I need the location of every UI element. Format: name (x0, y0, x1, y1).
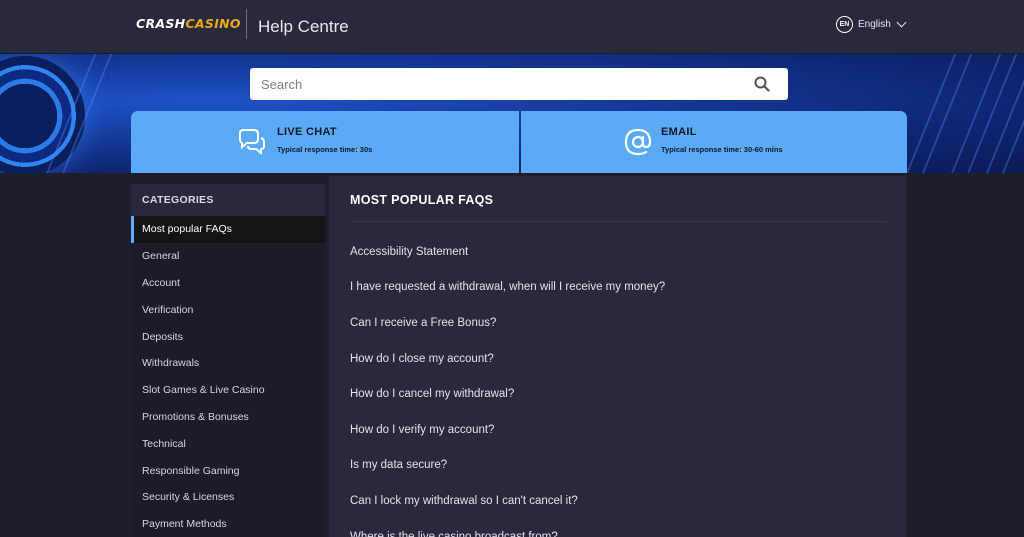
live-chat-card[interactable]: LIVE CHAT Typical response time: 30s (131, 111, 519, 173)
faq-panel: MOST POPULAR FAQS Accessibility Statemen… (329, 176, 907, 537)
faq-link[interactable]: Is my data secure? (350, 448, 665, 484)
sidebar-item-deposits[interactable]: Deposits (131, 323, 325, 350)
faq-link[interactable]: Where is the live casino broadcast from? (350, 519, 665, 537)
section-divider (350, 221, 886, 222)
header-divider (246, 9, 247, 39)
logo-text-crash: CRASH (136, 16, 186, 31)
sidebar-item-account[interactable]: Account (131, 270, 325, 297)
email-title: EMAIL (661, 126, 697, 138)
categories-sidebar: CATEGORIES Most popular FAQs General Acc… (131, 184, 325, 537)
sidebar-item-security-licenses[interactable]: Security & Licenses (131, 484, 325, 511)
logo-text-casino: CASINO (185, 16, 241, 31)
top-bar: CRASHCASINO Help Centre EN English (0, 0, 1024, 54)
faq-link[interactable]: Accessibility Statement (350, 234, 665, 270)
sidebar-item-general[interactable]: General (131, 243, 325, 270)
search-bar[interactable] (250, 68, 788, 100)
faq-section-title: MOST POPULAR FAQS (350, 193, 494, 207)
language-selector[interactable]: EN English (836, 15, 907, 33)
language-code-badge: EN (836, 15, 853, 33)
email-response-time: Typical response time: 30-60 mins (661, 145, 783, 154)
categories-heading: CATEGORIES (131, 184, 325, 216)
search-icon[interactable] (754, 76, 770, 92)
sidebar-item-verification[interactable]: Verification (131, 296, 325, 323)
faq-link[interactable]: How do I verify my account? (350, 412, 665, 448)
language-label: English (858, 18, 891, 30)
sidebar-item-most-popular-faqs[interactable]: Most popular FAQs (131, 216, 325, 243)
sidebar-item-withdrawals[interactable]: Withdrawals (131, 350, 325, 377)
email-card[interactable]: EMAIL Typical response time: 30-60 mins (521, 111, 907, 173)
sidebar-item-responsible-gaming[interactable]: Responsible Gaming (131, 457, 325, 484)
search-input[interactable] (261, 76, 731, 92)
at-sign-icon (624, 128, 652, 156)
live-chat-response-time: Typical response time: 30s (277, 145, 373, 154)
faq-link[interactable]: How do I cancel my withdrawal? (350, 376, 665, 412)
sidebar-item-technical[interactable]: Technical (131, 430, 325, 457)
sidebar-item-payment-methods[interactable]: Payment Methods (131, 511, 325, 537)
sidebar-item-promotions-bonuses[interactable]: Promotions & Bonuses (131, 404, 325, 431)
chevron-down-icon (896, 17, 907, 27)
faq-link[interactable]: I have requested a withdrawal, when will… (350, 270, 665, 306)
faq-link[interactable]: How do I close my account? (350, 341, 665, 377)
sidebar-item-slot-games-live-casino[interactable]: Slot Games & Live Casino (131, 377, 325, 404)
crash-casino-logo[interactable]: CRASHCASINO (136, 16, 241, 31)
live-chat-title: LIVE CHAT (277, 126, 337, 138)
page-title: Help Centre (258, 17, 349, 36)
faq-link[interactable]: Can I receive a Free Bonus? (350, 305, 665, 341)
faq-list: Accessibility Statement I have requested… (350, 234, 665, 537)
chat-bubbles-icon (239, 129, 265, 156)
faq-link[interactable]: Can I lock my withdrawal so I can't canc… (350, 483, 665, 519)
